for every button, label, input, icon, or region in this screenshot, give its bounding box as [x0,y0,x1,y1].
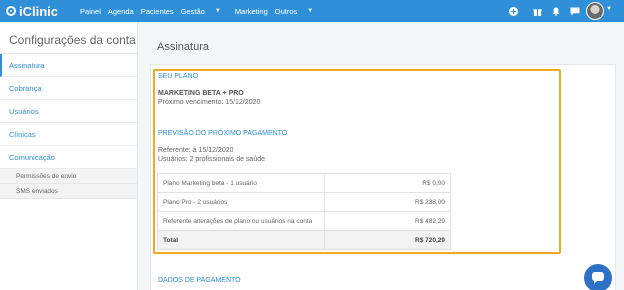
settings-sidebar: Configurações da conta Assinatura Cobran… [0,22,138,290]
add-icon[interactable] [508,6,518,16]
sidebar-item-clinicas[interactable]: Clínicas [0,123,137,146]
support-chat-button[interactable] [584,264,612,290]
nav-item-painel[interactable]: Painel [80,7,101,16]
nav-item-marketing[interactable]: Marketing [235,7,268,16]
row-label: Referente alterações de plano ou usuário… [157,211,325,231]
row-value: R$ 238,00 [324,192,451,212]
chat-bubble-icon [592,271,604,284]
plan-heading: SEU PLANO [158,73,199,80]
row-label: Plano Marketing beta - 1 usuário [157,173,325,193]
chevron-down-icon: ▼ [307,8,314,14]
gift-icon[interactable] [532,6,542,16]
table-row: Referente alterações de plano ou usuário… [157,211,451,231]
plan-due-date: Próximo vencimento: 15/12/2020 [158,99,261,106]
forecast-reference: Referente: à 15/12/2020 [158,147,234,154]
bell-icon[interactable] [551,6,561,16]
row-value: R$ 0,00 [324,173,451,193]
page-title: Assinatura [157,41,209,53]
total-label: Total [157,230,325,250]
logo-icon [6,6,16,16]
chevron-down-icon: ▼ [214,8,221,14]
top-navbar: iClinic Painel Agenda Pacientes Gestão ▼ … [0,0,624,22]
nav-item-gestao[interactable]: Gestão ▼ [181,7,228,16]
chevron-down-icon[interactable]: ▼ [606,6,612,12]
table-total-row: Total R$ 720,29 [157,230,451,250]
payment-heading: DADOS DE PAGAMENTO [158,277,241,284]
main-nav: Painel Agenda Pacientes Gestão ▼ Marketin… [80,7,327,16]
table-row: Plano Pro - 2 usuários R$ 238,00 [157,192,451,212]
row-label: Plano Pro - 2 usuários [157,192,325,212]
sidebar-item-cobranca[interactable]: Cobrança [0,77,137,100]
nav-item-label: Outros [274,6,298,16]
total-value: R$ 720,29 [324,230,451,250]
top-icons [499,0,580,22]
table-row: Plano Marketing beta - 1 usuário R$ 0,00 [157,173,451,193]
logo-text: iClinic [19,3,59,19]
sidebar-item-assinatura[interactable]: Assinatura [0,54,137,77]
payment-summary-table: Plano Marketing beta - 1 usuário R$ 0,00… [157,173,451,250]
plan-name: MARKETING BETA + PRO [158,90,244,97]
nav-item-agenda[interactable]: Agenda [108,7,134,16]
sidebar-subitem-permissoes[interactable]: Permissões de envio [0,169,137,184]
forecast-users: Usuários: 2 profissionais de saúde [158,156,266,163]
avatar[interactable] [586,2,604,20]
sidebar-item-comunicacao[interactable]: Comunicação [0,146,137,169]
chat-icon[interactable] [570,6,580,16]
forecast-heading: PREVISÃO DO PRÓXIMO PAGAMENTO [158,130,288,137]
sidebar-title: Configurações da conta [0,22,137,54]
nav-item-label: Gestão [180,6,205,16]
nav-item-pacientes[interactable]: Pacientes [141,7,174,16]
nav-item-outros[interactable]: Outros ▼ [275,7,320,16]
sidebar-item-usuarios[interactable]: Usuários [0,100,137,123]
app-logo[interactable]: iClinic [6,4,58,19]
row-value: R$ 482,29 [324,211,451,231]
sidebar-subitem-sms[interactable]: SMS enviados [0,184,137,199]
